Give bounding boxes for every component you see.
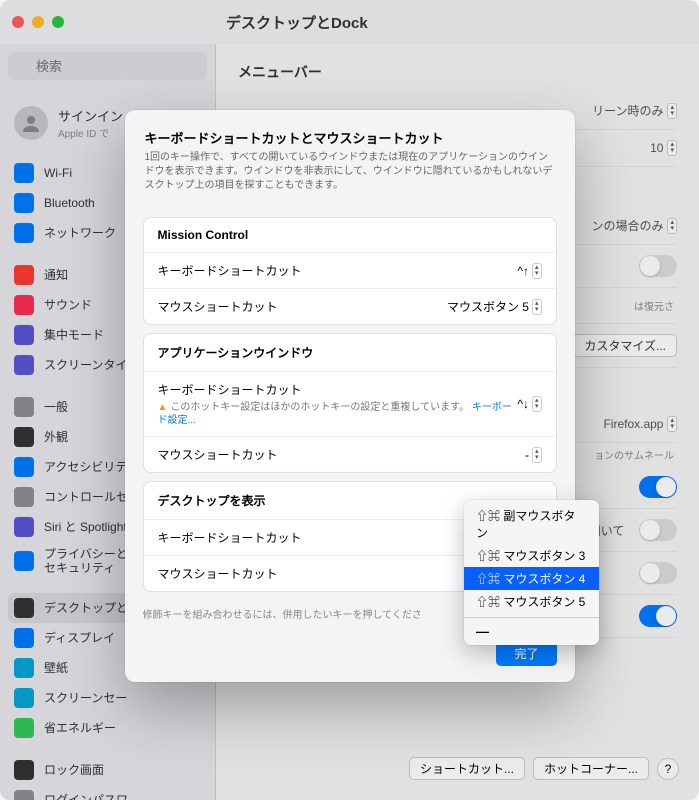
row-value[interactable]: マウスボタン 5▴▾: [447, 298, 542, 315]
modal-desc: 1回のキー操作で、すべての開いているウインドウまたは現在のアプリケーションのウイ…: [145, 151, 555, 193]
popover-item[interactable]: ⇧⌘ マウスボタン 3: [464, 544, 599, 567]
section-head: Mission Control: [144, 218, 556, 253]
stepper-icon[interactable]: ▴▾: [532, 447, 542, 463]
stepper-icon[interactable]: ▴▾: [532, 263, 542, 279]
popover-item[interactable]: ⇧⌘ 副マウスボタン: [464, 504, 599, 544]
popover-dash[interactable]: —: [464, 622, 599, 641]
section-head: アプリケーションウインドウ: [144, 334, 556, 372]
stepper-icon[interactable]: ▴▾: [532, 299, 542, 315]
row-label: マウスショートカット: [158, 298, 278, 315]
row-label: マウスショートカット: [158, 565, 278, 582]
modal-section: アプリケーションウインドウキーボードショートカット ▲このホットキー設定はほかのホ…: [143, 333, 557, 473]
row-value[interactable]: -▴▾: [525, 447, 542, 463]
popover-item[interactable]: ⇧⌘ マウスボタン 4: [464, 567, 599, 590]
done-button[interactable]: 完了: [496, 641, 556, 666]
row-label: マウスショートカット: [158, 446, 278, 463]
popover-item[interactable]: ⇧⌘ マウスボタン 5: [464, 590, 599, 613]
modal-section: Mission Control キーボードショートカット ^↑▴▾ マウスショートカッ…: [143, 217, 557, 325]
row-value[interactable]: ^↓▴▾: [517, 396, 541, 412]
panel-row: キーボードショートカット ^↑▴▾: [144, 253, 556, 289]
row-label: キーボードショートカット: [158, 529, 302, 546]
stepper-icon[interactable]: ▴▾: [532, 396, 542, 412]
mouse-button-popover[interactable]: ⇧⌘ 副マウスボタン⇧⌘ マウスボタン 3⇧⌘ マウスボタン 4⇧⌘ マウスボタ…: [464, 500, 599, 645]
warning-text: ▲このホットキー設定はほかのホットキーの設定と重複しています。 キーボード設定.…: [158, 401, 518, 427]
keyboard-settings-link[interactable]: キーボード設定...: [158, 402, 512, 426]
modal-title: キーボードショートカットとマウスショートカット: [145, 128, 555, 147]
row-label: キーボードショートカット: [158, 381, 518, 398]
warning-icon: ▲: [158, 402, 168, 413]
panel-row: キーボードショートカット ▲このホットキー設定はほかのホットキーの設定と重複してい…: [144, 372, 556, 437]
row-value[interactable]: ^↑▴▾: [517, 263, 541, 279]
panel-row: マウスショートカット -▴▾: [144, 437, 556, 472]
row-label: キーボードショートカット: [158, 262, 302, 279]
panel-row: マウスショートカット マウスボタン 5▴▾: [144, 289, 556, 324]
